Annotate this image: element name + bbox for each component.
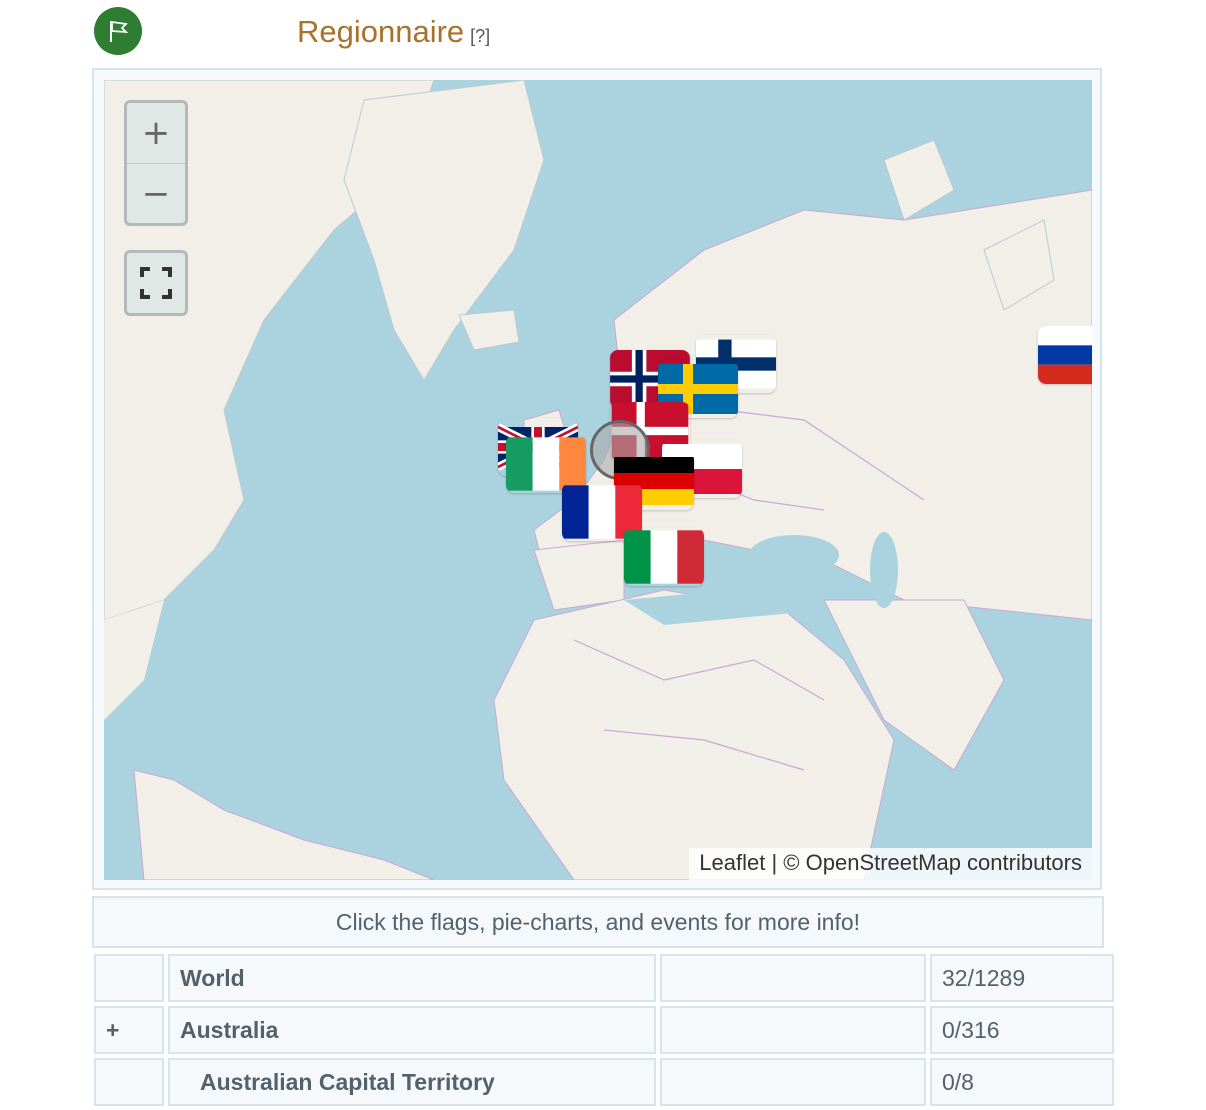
region-count: 0/8 [930, 1058, 1114, 1106]
attribution-contributors: contributors [960, 850, 1082, 875]
zoom-in-button[interactable]: + [127, 103, 185, 164]
info-banner: Click the flags, pie-charts, and events … [92, 896, 1104, 948]
region-name[interactable]: World [168, 954, 656, 1002]
title-text: Regionnaire [297, 14, 465, 49]
map-attribution: Leaflet | © OpenStreetMap contributors [689, 848, 1092, 880]
progress-cell [660, 1058, 926, 1106]
expand-toggle[interactable]: + [94, 1006, 164, 1054]
fullscreen-icon [140, 267, 172, 299]
flag-icon [94, 7, 142, 55]
region-count: 0/316 [930, 1006, 1114, 1054]
flag-marker-russia[interactable] [1038, 326, 1092, 384]
zoom-control: + − [124, 100, 188, 226]
table-row[interactable]: + Australia 0/316 [94, 1006, 1114, 1054]
table-row[interactable]: Australian Capital Territory 0/8 [94, 1058, 1114, 1106]
attribution-separator: | © [765, 850, 806, 875]
table-row[interactable]: World 32/1289 [94, 954, 1114, 1002]
region-name[interactable]: Australian Capital Territory [168, 1058, 656, 1106]
leaflet-link[interactable]: Leaflet [699, 850, 765, 875]
regions-table: World 32/1289 + Australia 0/316 Australi… [90, 950, 1118, 1110]
zoom-out-button[interactable]: − [127, 164, 185, 224]
map-tiles [104, 80, 1092, 880]
map[interactable]: + − Leaflet | © OpenStreetMap contributo… [104, 80, 1092, 880]
flag-marker-italy[interactable] [624, 528, 704, 586]
progress-cell [660, 1006, 926, 1054]
help-link[interactable]: [?] [470, 26, 490, 46]
region-count: 32/1289 [930, 954, 1114, 1002]
page-title: Regionnaire [?] [297, 14, 490, 50]
osm-link[interactable]: OpenStreetMap [806, 850, 961, 875]
expand-toggle[interactable] [94, 954, 164, 1002]
region-name[interactable]: Australia [168, 1006, 656, 1054]
fullscreen-button[interactable] [124, 250, 188, 316]
expand-toggle[interactable] [94, 1058, 164, 1106]
progress-cell [660, 954, 926, 1002]
